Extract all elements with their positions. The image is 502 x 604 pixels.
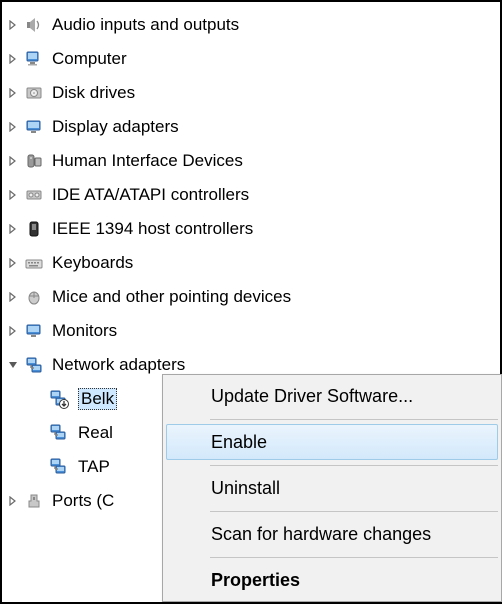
expander-icon[interactable]: [6, 86, 20, 100]
expander-icon[interactable]: [6, 324, 20, 338]
menu-item-label: Properties: [211, 570, 300, 591]
tree-item-label: Audio inputs and outputs: [52, 15, 239, 35]
menu-separator: [166, 552, 498, 562]
tree-item-hid[interactable]: Human Interface Devices: [6, 144, 500, 178]
menu-separator: [166, 460, 498, 470]
menu-item-enable[interactable]: Enable: [166, 424, 498, 460]
expander-icon[interactable]: [6, 52, 20, 66]
tree-item-keyboards[interactable]: Keyboards: [6, 246, 500, 280]
menu-item-uninstall[interactable]: Uninstall: [166, 470, 498, 506]
tree-item-label: Human Interface Devices: [52, 151, 243, 171]
speaker-icon: [24, 15, 44, 35]
hid-icon: [24, 151, 44, 171]
mouse-icon: [24, 287, 44, 307]
menu-item-label: Enable: [211, 432, 267, 453]
computer-icon: [24, 49, 44, 69]
menu-item-label: Uninstall: [211, 478, 280, 499]
ide-icon: [24, 185, 44, 205]
expander-icon[interactable]: [6, 290, 20, 304]
tree-item-mice[interactable]: Mice and other pointing devices: [6, 280, 500, 314]
monitor-icon: [24, 321, 44, 341]
tree-item-label: Display adapters: [52, 117, 179, 137]
expander-icon[interactable]: [6, 188, 20, 202]
expander-icon[interactable]: [6, 18, 20, 32]
tree-item-label: Keyboards: [52, 253, 133, 273]
menu-item-label: Update Driver Software...: [211, 386, 413, 407]
tree-item-label: Disk drives: [52, 83, 135, 103]
tree-item-label: Real: [78, 423, 113, 443]
menu-separator: [166, 506, 498, 516]
menu-item-update-driver[interactable]: Update Driver Software...: [166, 378, 498, 414]
tree-item-label: Mice and other pointing devices: [52, 287, 291, 307]
menu-separator: [166, 414, 498, 424]
tree-item-disk[interactable]: Disk drives: [6, 76, 500, 110]
tree-item-label: Ports (C: [52, 491, 114, 511]
tree-item-ide[interactable]: IDE ATA/ATAPI controllers: [6, 178, 500, 212]
tree-item-label: Belk: [78, 388, 117, 410]
tree-item-ieee1394[interactable]: IEEE 1394 host controllers: [6, 212, 500, 246]
firewire-icon: [24, 219, 44, 239]
expander-icon[interactable]: [6, 256, 20, 270]
tree-item-monitors[interactable]: Monitors: [6, 314, 500, 348]
tree-item-display[interactable]: Display adapters: [6, 110, 500, 144]
tree-item-audio[interactable]: Audio inputs and outputs: [6, 8, 500, 42]
port-icon: [24, 491, 44, 511]
menu-item-properties[interactable]: Properties: [166, 562, 498, 598]
expander-icon[interactable]: [6, 358, 20, 372]
network-adapter-disabled-icon: [48, 388, 70, 410]
tree-item-label: Network adapters: [52, 355, 185, 375]
network-icon: [24, 355, 44, 375]
expander-icon[interactable]: [6, 120, 20, 134]
tree-item-label: Monitors: [52, 321, 117, 341]
menu-item-label: Scan for hardware changes: [211, 524, 431, 545]
expander-icon[interactable]: [6, 494, 20, 508]
network-adapter-icon: [48, 456, 70, 478]
tree-item-label: TAP: [78, 457, 110, 477]
tree-item-label: IDE ATA/ATAPI controllers: [52, 185, 249, 205]
network-adapter-icon: [48, 422, 70, 444]
expander-icon[interactable]: [6, 154, 20, 168]
tree-item-label: IEEE 1394 host controllers: [52, 219, 253, 239]
menu-item-scan[interactable]: Scan for hardware changes: [166, 516, 498, 552]
context-menu: Update Driver Software... Enable Uninsta…: [162, 374, 502, 602]
tree-item-label: Computer: [52, 49, 127, 69]
tree-item-computer[interactable]: Computer: [6, 42, 500, 76]
keyboard-icon: [24, 253, 44, 273]
disk-icon: [24, 83, 44, 103]
expander-icon[interactable]: [6, 222, 20, 236]
display-icon: [24, 117, 44, 137]
